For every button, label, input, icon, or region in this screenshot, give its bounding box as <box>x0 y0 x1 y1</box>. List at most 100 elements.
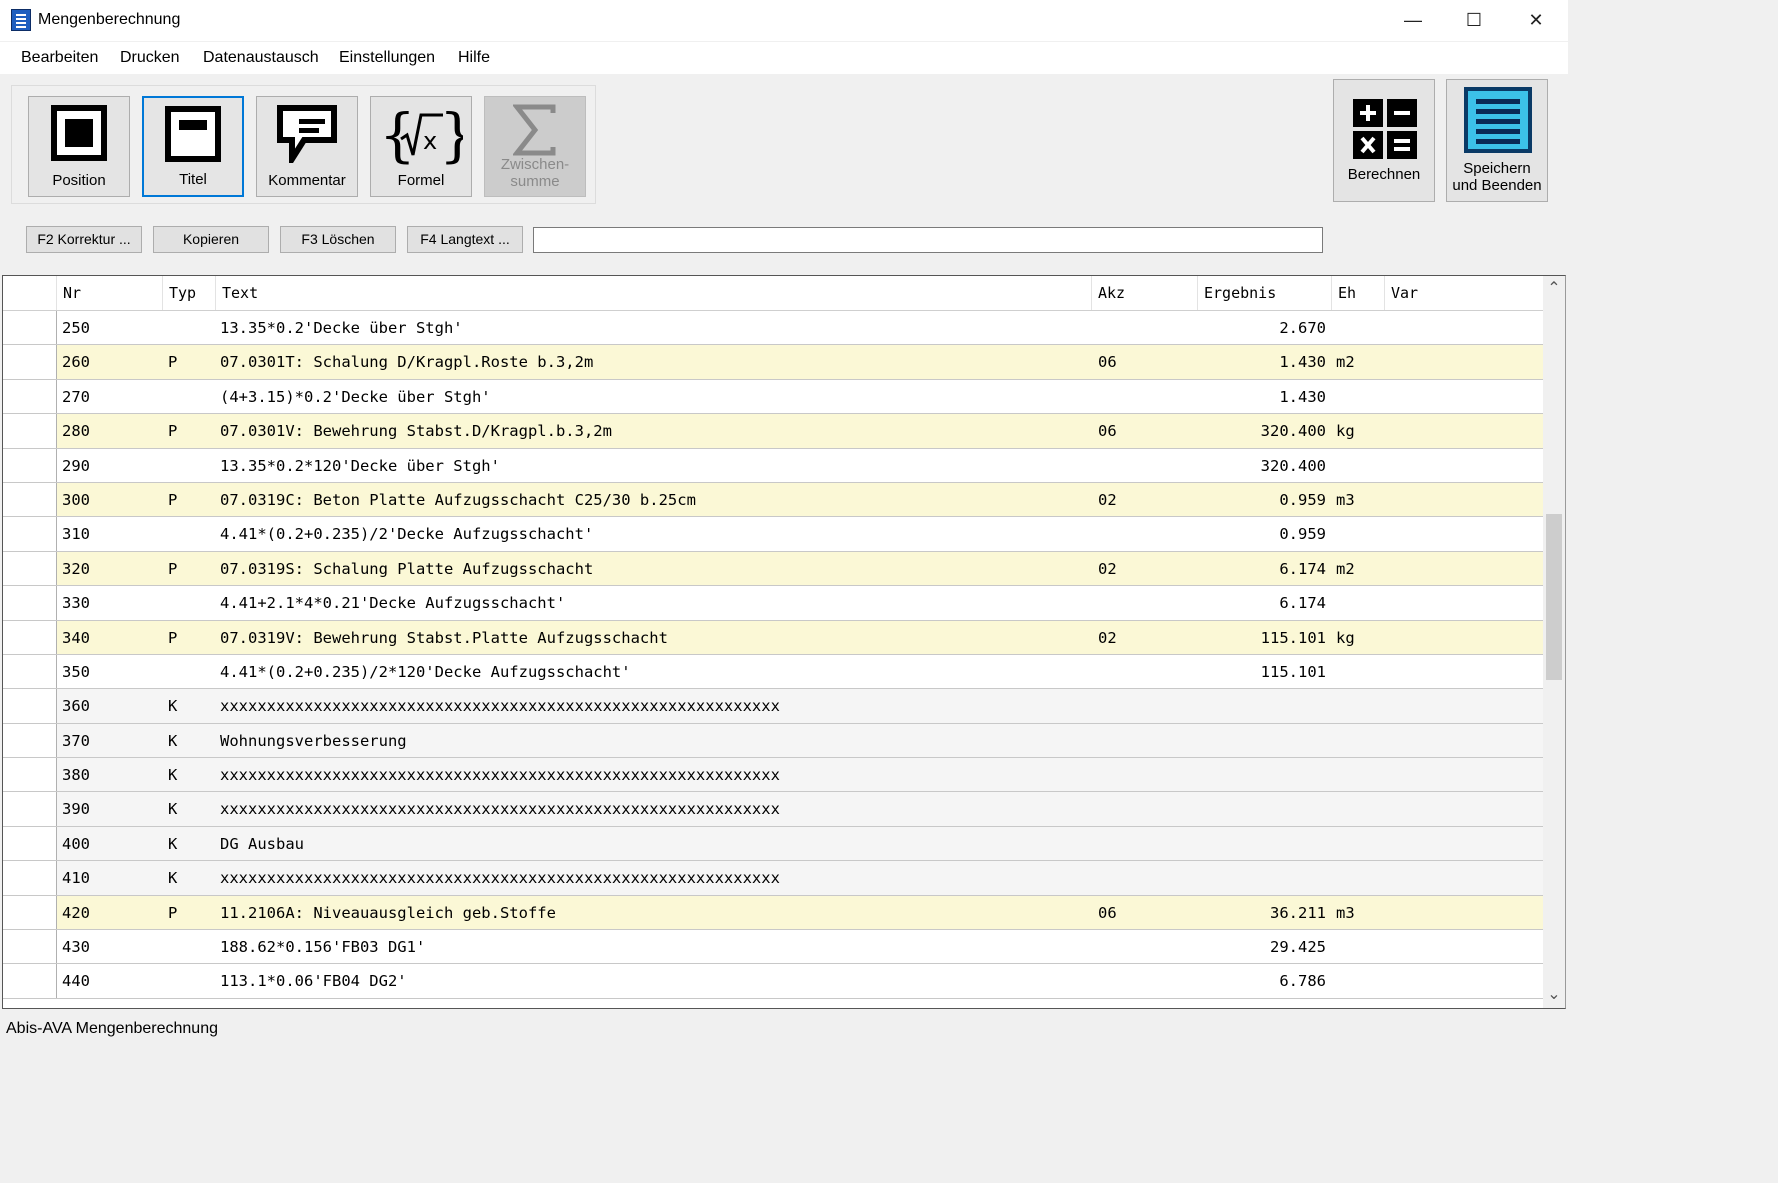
titel-button[interactable]: Titel <box>142 96 244 197</box>
scroll-thumb[interactable] <box>1546 514 1562 680</box>
position-button[interactable]: Position <box>28 96 130 197</box>
row-selector[interactable] <box>3 930 57 964</box>
row-selector[interactable] <box>3 551 57 586</box>
row-selector[interactable] <box>3 311 57 345</box>
cell-ergebnis: 29.425 <box>1270 938 1326 957</box>
row-selector[interactable] <box>3 654 57 689</box>
cell-text: 07.0319C: Beton Platte Aufzugsschacht C2… <box>220 490 696 509</box>
zwischensumme-button[interactable]: Zwischen- summe <box>484 96 586 197</box>
zwischensumme-label-line1: Zwischen- <box>500 156 570 173</box>
window-title: Mengenberechnung <box>38 11 181 28</box>
table-row[interactable]: 300 P 07.0319C: Beton Platte Aufzugsschach… <box>3 482 1543 518</box>
table-row[interactable]: 390 Kxxxxxxxxxxxxxxxxxxxxxxxxxxxxxxxxxxxx… <box>3 792 1543 827</box>
table-row[interactable]: 330 4.41+2.1*4*0.21'Decke Aufzugsschacht'… <box>3 586 1543 621</box>
table-row[interactable]: 400 K DG Ausbau <box>3 826 1543 862</box>
table-row[interactable]: 370 K Wohnungsverbesserung <box>3 723 1543 759</box>
cell-akz <box>1098 655 1188 689</box>
kommentar-label: Kommentar <box>268 172 346 189</box>
cell-eh <box>1336 517 1381 551</box>
cell-typ <box>168 449 208 483</box>
table-row[interactable]: 420 P 11.2106A: Niveauausgleich geb.Stoffe… <box>3 895 1543 931</box>
data-grid[interactable]: Nr Typ Text Akz Ergebnis Eh Var 250 13.35… <box>2 275 1566 1009</box>
menu-datenaustausch[interactable]: Datenaustausch <box>203 49 319 67</box>
header-eh[interactable]: Eh <box>1331 276 1384 310</box>
header-text[interactable]: Text <box>215 276 1091 310</box>
header-akz[interactable]: Akz <box>1091 276 1197 310</box>
app-icon <box>11 9 31 31</box>
table-row[interactable]: 290 13.35*0.2*120'Decke über Stgh' 320.400 <box>3 448 1543 483</box>
table-row[interactable]: 260 P 07.0301T: Schalung D/Kragpl.Roste b.… <box>3 345 1543 380</box>
cell-akz: 02 <box>1098 490 1117 509</box>
langtext-button[interactable]: F4 Langtext ... <box>407 226 523 253</box>
table-row[interactable]: 430 188.62*0.156'FB03 DG1' 29.425 <box>3 930 1543 965</box>
menu-drucken[interactable]: Drucken <box>120 49 180 67</box>
berechnen-button[interactable]: Berechnen <box>1333 79 1435 202</box>
row-selector[interactable] <box>3 861 57 895</box>
row-selector[interactable] <box>3 482 57 517</box>
menu-hilfe[interactable]: Hilfe <box>458 49 490 67</box>
kopieren-button[interactable]: Kopieren <box>153 226 269 253</box>
close-button[interactable]: ✕ <box>1505 0 1567 41</box>
cell-akz <box>1098 724 1188 758</box>
cell-akz <box>1098 449 1188 483</box>
header-nr[interactable]: Nr <box>56 276 162 310</box>
edit-input[interactable] <box>533 227 1323 253</box>
vertical-scrollbar[interactable]: ⌃ ⌄ <box>1543 276 1565 1008</box>
cell-typ: P <box>168 353 178 372</box>
row-selector[interactable] <box>3 792 57 826</box>
maximize-button[interactable]: ☐ <box>1443 0 1505 41</box>
kommentar-button[interactable]: Kommentar <box>256 96 358 197</box>
minimize-button[interactable]: — <box>1382 0 1444 41</box>
loeschen-button[interactable]: F3 Löschen <box>280 226 396 253</box>
row-selector[interactable] <box>3 689 57 723</box>
row-selector[interactable] <box>3 345 57 379</box>
formel-button[interactable]: { } x Formel <box>370 96 472 197</box>
row-selector[interactable] <box>3 414 57 448</box>
table-row[interactable]: 320 P 07.0319S: Schalung Platte Aufzugssch… <box>3 551 1543 587</box>
title-bar: Mengenberechnung — ☐ ✕ <box>0 0 1568 41</box>
table-row[interactable]: 410 Kxxxxxxxxxxxxxxxxxxxxxxxxxxxxxxxxxxxx… <box>3 861 1543 896</box>
speichern-beenden-button[interactable]: Speichern und Beenden <box>1446 79 1548 202</box>
menu-bearbeiten[interactable]: Bearbeiten <box>21 49 98 67</box>
grid-header: Nr Typ Text Akz Ergebnis Eh Var <box>3 276 1543 311</box>
scroll-down-icon[interactable]: ⌄ <box>1543 984 1565 1004</box>
header-ergebnis[interactable]: Ergebnis <box>1197 276 1331 310</box>
speichern-label-line2: und Beenden <box>1452 177 1542 194</box>
scroll-up-icon[interactable]: ⌃ <box>1543 278 1565 298</box>
korrektur-button[interactable]: F2 Korrektur ... <box>26 226 142 253</box>
cell-text: 4.41+2.1*4*0.21'Decke Aufzugsschacht' <box>220 594 566 613</box>
cell-akz: 06 <box>1098 422 1117 441</box>
row-selector[interactable] <box>3 517 57 551</box>
table-row[interactable]: 280 P 07.0301V: Bewehrung Stabst.D/Kragpl.… <box>3 414 1543 449</box>
berechnen-label: Berechnen <box>1347 166 1421 183</box>
table-row[interactable]: 350 4.41*(0.2+0.235)/2*120'Decke Aufzugss… <box>3 654 1543 690</box>
row-selector[interactable] <box>3 758 57 792</box>
table-row[interactable]: 250 13.35*0.2'Decke über Stgh' 2.670 <box>3 311 1543 346</box>
row-selector[interactable] <box>3 895 57 930</box>
row-selector[interactable] <box>3 964 57 998</box>
row-selector[interactable] <box>3 448 57 482</box>
table-row[interactable]: 340 P 07.0319V: Bewehrung Stabst.Platte Au… <box>3 620 1543 655</box>
cell-eh <box>1336 311 1381 345</box>
header-typ[interactable]: Typ <box>162 276 215 310</box>
cell-ergebnis <box>1197 827 1326 861</box>
row-selector[interactable] <box>3 586 57 620</box>
table-row[interactable]: 380 Kxxxxxxxxxxxxxxxxxxxxxxxxxxxxxxxxxxxx… <box>3 758 1543 793</box>
cell-typ: P <box>168 559 178 578</box>
cell-nr: 430 <box>62 938 90 957</box>
titel-icon <box>165 106 221 162</box>
menu-einstellungen[interactable]: Einstellungen <box>339 49 435 67</box>
row-selector[interactable] <box>3 620 57 654</box>
cell-nr: 340 <box>62 628 90 647</box>
table-row[interactable]: 310 4.41*(0.2+0.235)/2'Decke Aufzugsschac… <box>3 517 1543 552</box>
header-var[interactable]: Var <box>1384 276 1543 310</box>
cell-akz <box>1098 792 1188 826</box>
cell-typ: P <box>168 903 178 922</box>
row-selector[interactable] <box>3 723 57 758</box>
row-selector[interactable] <box>3 379 57 414</box>
cell-text: 113.1*0.06'FB04 DG2' <box>220 972 407 991</box>
table-row[interactable]: 440 113.1*0.06'FB04 DG2' 6.786 <box>3 964 1543 999</box>
table-row[interactable]: 270 (4+3.15)*0.2'Decke über Stgh' 1.430 <box>3 379 1543 415</box>
table-row[interactable]: 360 Kxxxxxxxxxxxxxxxxxxxxxxxxxxxxxxxxxxxx… <box>3 689 1543 724</box>
row-selector[interactable] <box>3 826 57 861</box>
